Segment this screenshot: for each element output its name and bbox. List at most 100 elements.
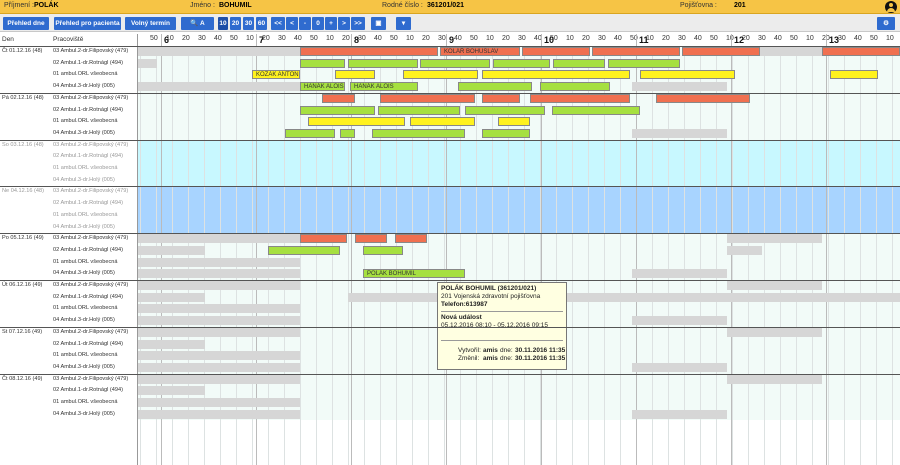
hour-label: 10 bbox=[544, 35, 555, 45]
workplace-label: 02 Ambul.1-dr.Rotnágl (494) bbox=[53, 387, 123, 394]
appointment-bar[interactable] bbox=[355, 234, 387, 244]
minute-label: 40 bbox=[454, 35, 462, 42]
schedule-grid[interactable]: 0501020304050102030405010203040501020304… bbox=[138, 34, 900, 465]
surname-label: Příjmení : bbox=[4, 2, 34, 9]
workplace-label: 02 Ambul.1-dr.Rotnágl (494) bbox=[53, 340, 123, 347]
appointment-bar[interactable]: KOLÁŘ BOHUSLAV bbox=[440, 47, 520, 56]
blocked-slot bbox=[138, 316, 300, 326]
user-icon[interactable] bbox=[885, 1, 897, 13]
appointment-bar[interactable] bbox=[308, 117, 405, 127]
appointment-bar[interactable] bbox=[482, 93, 520, 103]
appointment-bar[interactable]: HANÁK ALOIS bbox=[350, 82, 418, 92]
minute-label: 50 bbox=[150, 35, 158, 42]
appointment-bar[interactable] bbox=[682, 47, 760, 56]
appointment-bar[interactable]: HANÁK ALOIS bbox=[300, 82, 345, 92]
nav-prev-button[interactable]: < bbox=[286, 17, 298, 30]
nav-first-button[interactable]: << bbox=[271, 17, 285, 30]
appointment-bar[interactable] bbox=[300, 105, 375, 115]
nav-last-button[interactable]: >> bbox=[351, 17, 365, 30]
appointment-bar[interactable] bbox=[395, 234, 427, 244]
day-label: St 07.12.16 (49) bbox=[2, 328, 43, 335]
appointment-bar[interactable] bbox=[552, 105, 640, 115]
free-slot-button[interactable]: Volný termín bbox=[125, 17, 176, 30]
minute-label: 10 bbox=[886, 35, 894, 42]
gridline bbox=[828, 46, 829, 465]
blocked-slot bbox=[727, 245, 762, 255]
appointment-bar[interactable] bbox=[348, 58, 418, 68]
appointment-bar[interactable] bbox=[378, 105, 460, 115]
appointment-bar[interactable]: KOZÁK ANTON bbox=[252, 70, 300, 80]
zoom-20-button[interactable]: 20 bbox=[230, 17, 241, 30]
tooltip-created-by: amis bbox=[483, 347, 498, 354]
filter-button[interactable]: ▾ bbox=[396, 17, 411, 30]
schedule-row-label: 04 Ambul.3-dr.Holý (005) bbox=[0, 362, 137, 374]
search-button[interactable]: 🔍 A bbox=[181, 17, 214, 30]
minute-label: 30 bbox=[838, 35, 846, 42]
schedule-row-label: 01 ambul.ORL všeobecná bbox=[0, 69, 137, 81]
appointment-bar[interactable] bbox=[540, 82, 610, 92]
appointment-bar[interactable] bbox=[482, 70, 630, 80]
nav-next-button[interactable]: > bbox=[338, 17, 350, 30]
appointment-bar[interactable] bbox=[340, 128, 355, 138]
appointment-bar[interactable] bbox=[380, 93, 475, 103]
zoom-60-button[interactable]: 60 bbox=[256, 17, 267, 30]
appointment-bar[interactable] bbox=[363, 245, 403, 255]
zoom-30-button[interactable]: 30 bbox=[243, 17, 254, 30]
zoom-10-button[interactable]: 10 bbox=[218, 17, 228, 30]
appointment-bar[interactable] bbox=[522, 47, 590, 56]
row-labels: Den Pracoviště Čt 01.12.16 (48) 03 Ambul.… bbox=[0, 34, 138, 465]
nav-today-button[interactable]: 0 bbox=[312, 17, 324, 30]
workplace-label: 03 Ambul.2-dr.Filipovský (479) bbox=[53, 282, 129, 288]
appointment-bar[interactable] bbox=[465, 105, 545, 115]
appointment-bar[interactable] bbox=[300, 58, 345, 68]
settings-button[interactable]: ⚙ bbox=[877, 17, 895, 30]
blocked-slot bbox=[632, 316, 727, 326]
minute-label: 20 bbox=[342, 35, 350, 42]
workplace-label: 01 ambul.ORL všeobecná bbox=[53, 305, 118, 312]
nav-zoom-out-button[interactable]: - bbox=[299, 17, 311, 30]
appointment-bar[interactable] bbox=[553, 58, 605, 68]
minute-label: 40 bbox=[294, 35, 302, 42]
appointment-bar[interactable] bbox=[822, 47, 900, 56]
appointment-bar[interactable] bbox=[322, 93, 355, 103]
nav-zoom-in-button[interactable]: + bbox=[325, 17, 337, 30]
appointment-bar[interactable]: POLÁK BOHUMIL bbox=[363, 269, 465, 279]
appointment-bar[interactable] bbox=[656, 93, 750, 103]
appointment-bar[interactable] bbox=[410, 117, 475, 127]
minute-label: 50 bbox=[470, 35, 478, 42]
day-overview-button[interactable]: Přehled dne bbox=[3, 17, 49, 30]
appointment-bar[interactable] bbox=[830, 70, 878, 80]
appointment-bar[interactable] bbox=[420, 58, 490, 68]
appointment-bar[interactable] bbox=[498, 117, 530, 127]
appointment-bar[interactable] bbox=[482, 128, 530, 138]
appointment-bar[interactable] bbox=[403, 70, 478, 80]
minute-label: 40 bbox=[214, 35, 222, 42]
schedule-row-label: St 07.12.16 (49) 03 Ambul.2-dr.Filipovský… bbox=[0, 327, 137, 339]
schedule-row-label: Čt 01.12.16 (48) 03 Ambul.2-dr.Filipovský… bbox=[0, 46, 137, 58]
appointment-bar[interactable] bbox=[530, 93, 630, 103]
appointment-bar[interactable] bbox=[335, 70, 375, 80]
day-separator bbox=[0, 280, 900, 281]
blocked-slot bbox=[760, 47, 822, 56]
search-label: A bbox=[199, 20, 205, 27]
blocked-slot bbox=[138, 327, 300, 337]
day-label: Čt 08.12.16 (49) bbox=[2, 375, 43, 382]
appointment-bar[interactable] bbox=[300, 234, 347, 244]
patient-overview-button[interactable]: Přehled pro pacienta bbox=[54, 17, 121, 30]
hour-label: 13 bbox=[829, 35, 840, 45]
day-label: Pá 02.12.16 (48) bbox=[2, 94, 44, 101]
appointment-bar[interactable] bbox=[458, 82, 532, 92]
calendar-button[interactable]: ▣ bbox=[371, 17, 386, 30]
surname-value: POLÁK bbox=[34, 2, 59, 9]
appointment-bar[interactable] bbox=[285, 128, 335, 138]
appointment-bar[interactable] bbox=[268, 245, 340, 255]
appointment-bar[interactable] bbox=[592, 47, 680, 56]
day-separator bbox=[0, 326, 900, 328]
appointment-bar[interactable] bbox=[640, 70, 735, 80]
blocked-slot bbox=[727, 374, 822, 384]
appointment-bar[interactable] bbox=[608, 58, 680, 68]
appointment-bar[interactable] bbox=[300, 47, 438, 56]
appointment-bar[interactable] bbox=[372, 128, 465, 138]
schedule-row-label: 01 ambul.ORL všeobecná bbox=[0, 257, 137, 269]
appointment-bar[interactable] bbox=[493, 58, 550, 68]
